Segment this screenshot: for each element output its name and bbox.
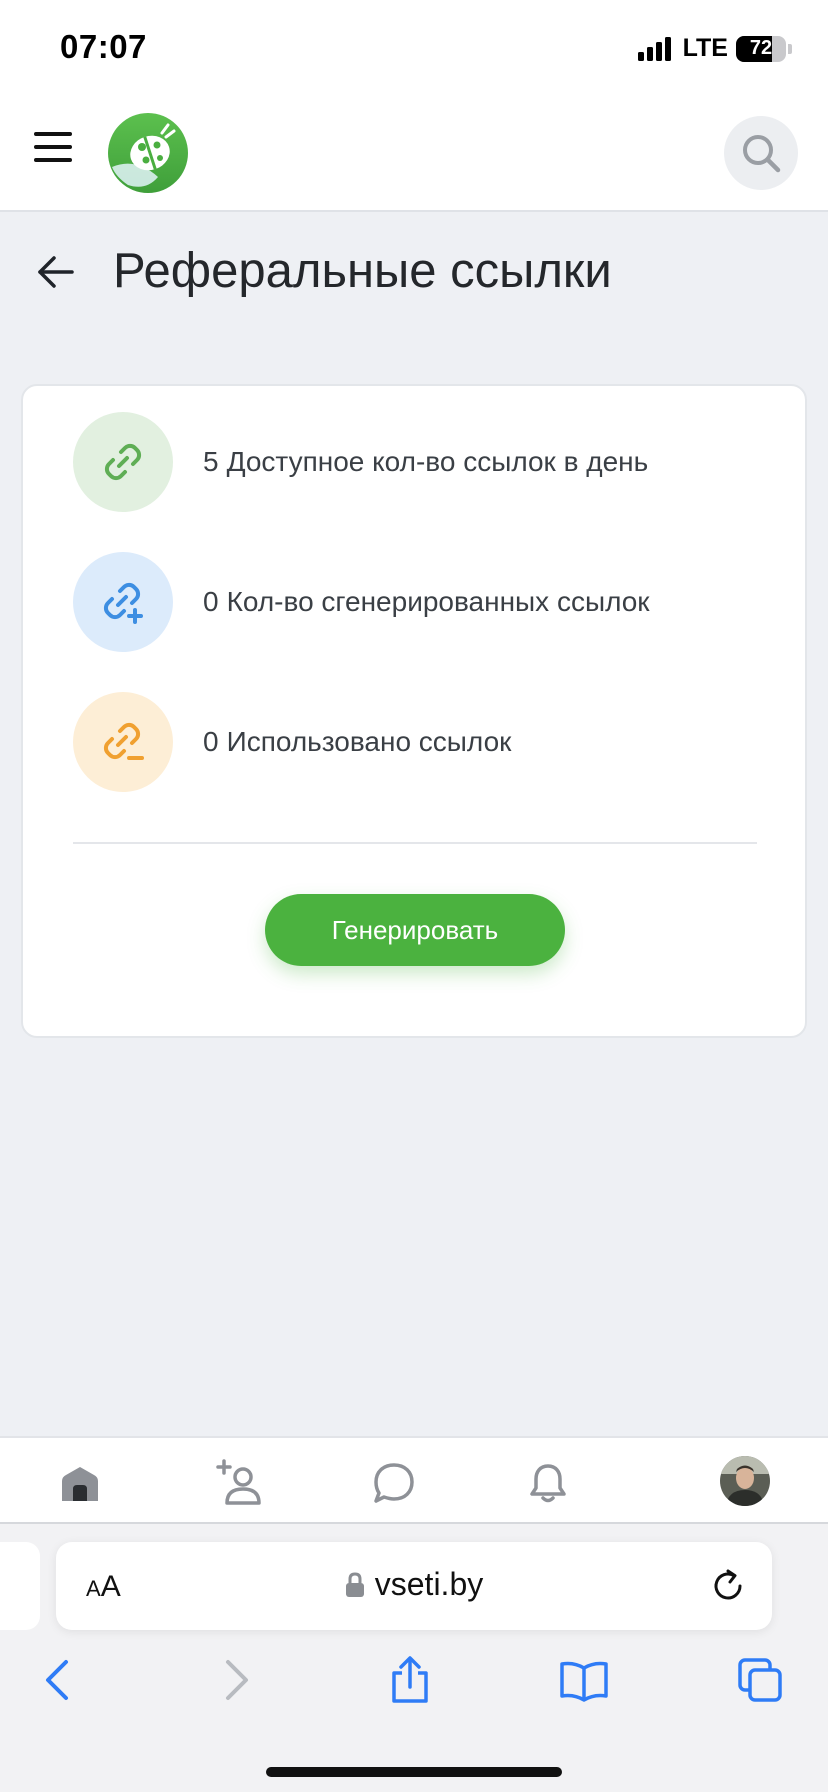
bookmarks-button[interactable] bbox=[556, 1652, 612, 1708]
tabs-icon bbox=[738, 1658, 782, 1702]
avatar[interactable] bbox=[720, 1456, 770, 1506]
stat-text: 0 Использовано ссылок bbox=[203, 726, 511, 758]
stat-row-used: 0 Использовано ссылок bbox=[73, 692, 511, 792]
referral-stats-card: 5 Доступное кол-во ссылок в день 0 Кол-во … bbox=[21, 384, 807, 1038]
status-time: 07:07 bbox=[60, 28, 147, 65]
status-indicators: LTE 72 bbox=[637, 34, 792, 63]
arrow-left-icon bbox=[38, 256, 74, 288]
previous-tab-preview[interactable] bbox=[0, 1542, 40, 1630]
nav-add-friend[interactable] bbox=[214, 1458, 264, 1508]
stat-value: 0 bbox=[203, 586, 219, 617]
share-icon bbox=[392, 1656, 428, 1703]
stat-label: Доступное кол-во ссылок в день bbox=[226, 446, 649, 477]
ladybug-logo-icon[interactable] bbox=[106, 111, 190, 195]
stat-value: 0 bbox=[203, 726, 219, 757]
app-header bbox=[0, 96, 828, 212]
address-bar[interactable]: AA vseti.by bbox=[56, 1542, 772, 1630]
status-bar: 07:07 LTE 72 bbox=[0, 0, 828, 96]
hamburger-menu-icon[interactable] bbox=[34, 132, 72, 162]
link-icon bbox=[73, 412, 173, 512]
search-icon bbox=[743, 135, 781, 173]
add-friend-icon bbox=[216, 1459, 261, 1505]
stat-text: 5 Доступное кол-во ссылок в день bbox=[203, 446, 648, 478]
battery-cap bbox=[788, 43, 792, 54]
link-minus-icon bbox=[73, 692, 173, 792]
forward-icon bbox=[226, 1660, 248, 1700]
chat-icon bbox=[374, 1463, 414, 1503]
url-display[interactable]: vseti.by bbox=[56, 1566, 772, 1603]
network-type: LTE bbox=[682, 34, 728, 62]
battery-percent: 72 bbox=[749, 37, 773, 59]
back-icon bbox=[46, 1660, 68, 1700]
link-plus-icon bbox=[73, 552, 173, 652]
nav-messages[interactable] bbox=[369, 1458, 419, 1508]
stat-label: Кол-во сгенерированных ссылок bbox=[226, 586, 650, 617]
search-button[interactable] bbox=[724, 116, 798, 190]
tabs-button[interactable] bbox=[732, 1652, 788, 1708]
cellular-signal-icon bbox=[637, 36, 671, 61]
browser-forward-button[interactable] bbox=[208, 1652, 264, 1708]
stat-label: Использовано ссылок bbox=[226, 726, 512, 757]
bottom-nav bbox=[0, 1436, 828, 1524]
bell-icon bbox=[530, 1464, 566, 1503]
url-text: vseti.by bbox=[374, 1566, 484, 1602]
browser-back-button[interactable] bbox=[30, 1652, 86, 1708]
page-title: Реферальные ссылки bbox=[113, 244, 612, 298]
nav-notifications[interactable] bbox=[523, 1458, 573, 1508]
bookmarks-icon bbox=[560, 1661, 608, 1702]
nav-home[interactable] bbox=[55, 1458, 105, 1508]
back-button[interactable] bbox=[36, 252, 76, 292]
share-button[interactable] bbox=[382, 1652, 438, 1708]
reload-icon bbox=[714, 1569, 742, 1600]
battery-icon: 72 bbox=[736, 35, 786, 62]
divider bbox=[73, 842, 757, 844]
stat-text: 0 Кол-во сгенерированных ссылок bbox=[203, 586, 650, 618]
browser-chrome: AA vseti.by bbox=[0, 1524, 828, 1792]
lock-icon bbox=[345, 1571, 364, 1597]
home-icon bbox=[62, 1467, 98, 1501]
stat-row-available: 5 Доступное кол-во ссылок в день bbox=[73, 412, 648, 512]
generate-button[interactable]: Генерировать bbox=[265, 894, 565, 966]
stat-row-generated: 0 Кол-во сгенерированных ссылок bbox=[73, 552, 650, 652]
home-indicator bbox=[266, 1767, 562, 1777]
stat-value: 5 bbox=[203, 446, 219, 477]
reload-button[interactable] bbox=[710, 1568, 746, 1604]
